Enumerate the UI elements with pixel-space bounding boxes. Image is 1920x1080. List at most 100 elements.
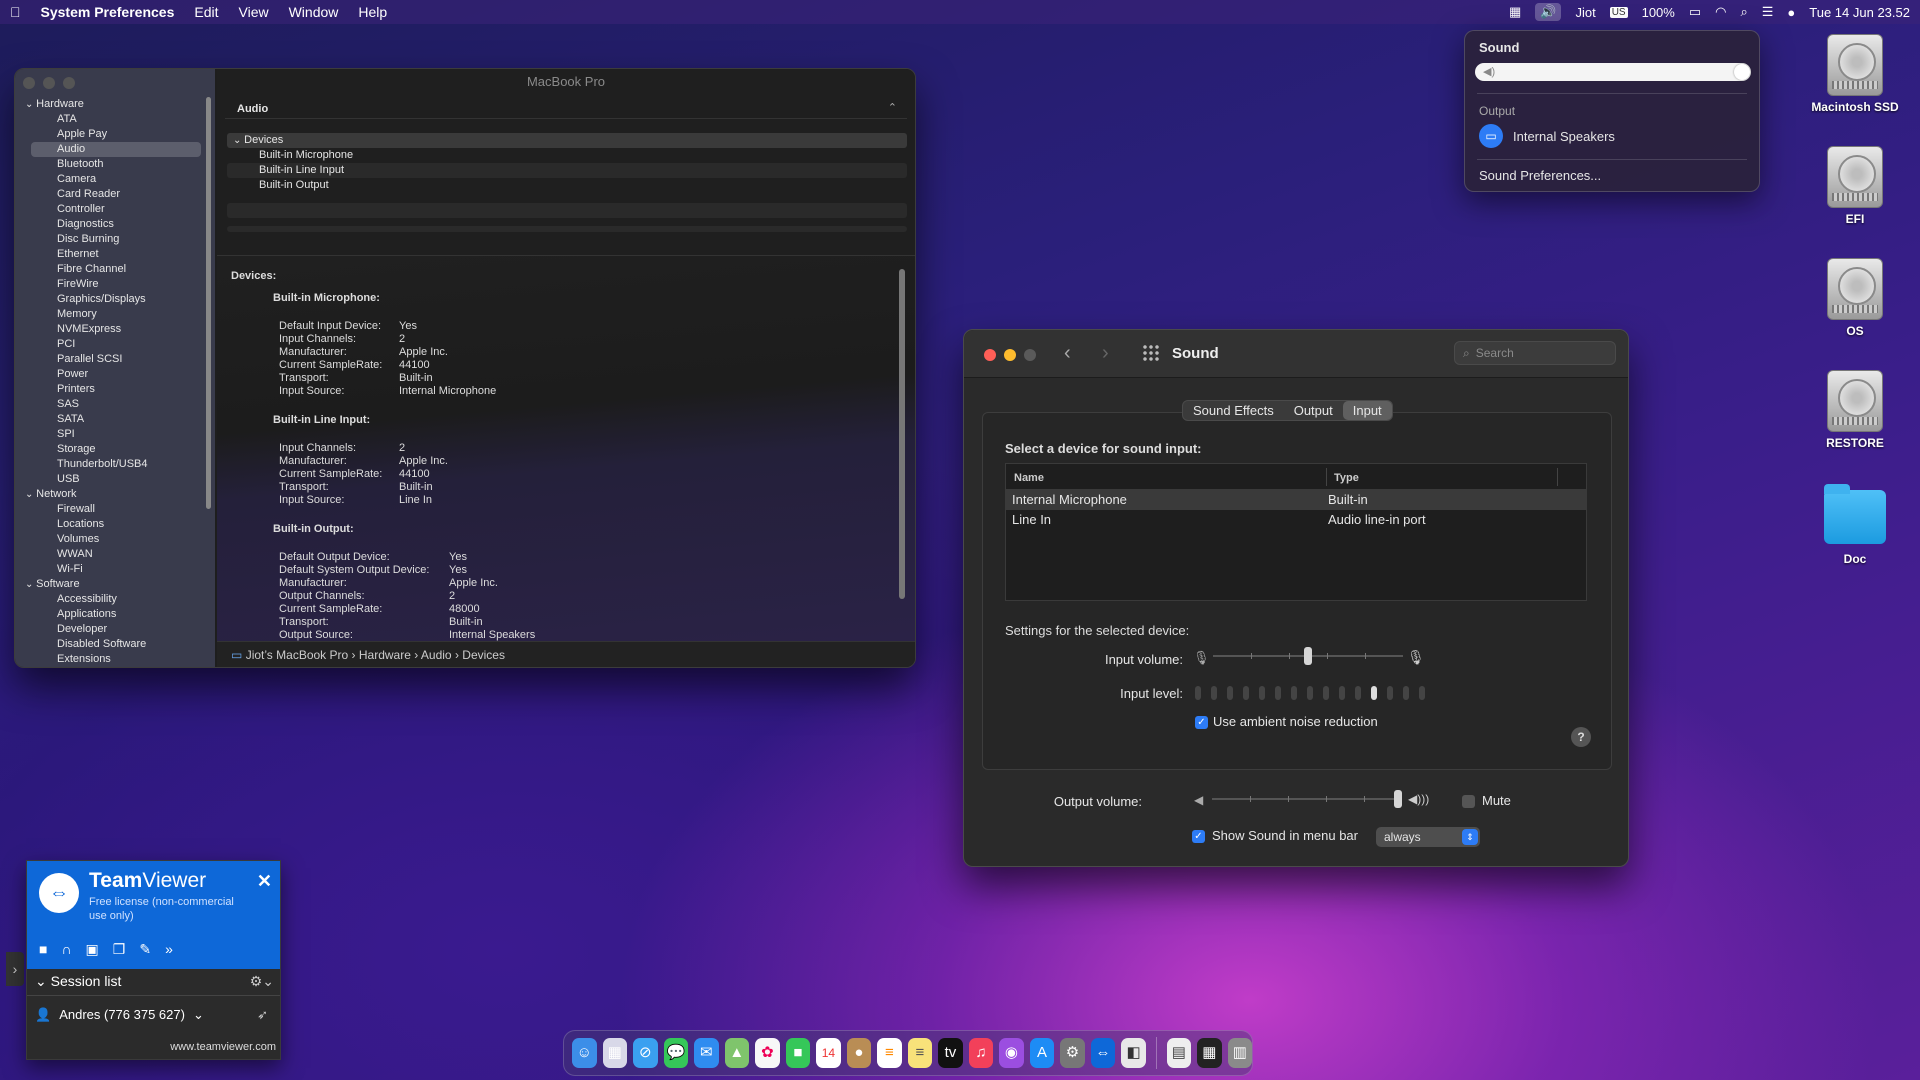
- chat-icon[interactable]: ▣: [86, 941, 99, 958]
- mute-label[interactable]: Mute: [1482, 793, 1511, 808]
- desktop-disk-os[interactable]: OS: [1800, 258, 1910, 338]
- spotlight-icon[interactable]: ⌕: [1740, 4, 1747, 20]
- input-source-icon[interactable]: US: [1609, 6, 1628, 18]
- teamviewer-url[interactable]: www.teamviewer.com: [170, 1041, 276, 1053]
- teamviewer-icon[interactable]: ⇔: [1090, 1038, 1116, 1068]
- sidebar-item[interactable]: Graphics/Displays: [21, 292, 201, 307]
- minimize-button[interactable]: [1004, 349, 1016, 361]
- menu-volume-knob[interactable]: [1734, 64, 1750, 80]
- table-row[interactable]: Line In Audio line-in port: [1006, 510, 1586, 530]
- volume-menu-icon[interactable]: 🔊: [1535, 3, 1562, 21]
- show-in-menu-bar-label[interactable]: Show Sound in menu bar: [1212, 828, 1358, 843]
- sidebar-item[interactable]: Printers: [21, 382, 201, 397]
- siri-icon[interactable]: ●: [1787, 5, 1795, 20]
- sidebar-item[interactable]: Parallel SCSI: [21, 352, 201, 367]
- noise-reduction-label[interactable]: Use ambient noise reduction: [1213, 714, 1378, 729]
- safari-icon[interactable]: ⊘: [633, 1038, 658, 1068]
- messages-icon[interactable]: 💬: [663, 1038, 689, 1068]
- sidebar-item[interactable]: Audio: [31, 142, 201, 157]
- minimize-button[interactable]: [43, 77, 55, 89]
- session-list-header[interactable]: ⌄ Session list: [35, 973, 121, 990]
- sidebar-item[interactable]: ATA: [21, 112, 201, 127]
- system-information-icon[interactable]: ◧: [1121, 1038, 1146, 1068]
- account-item[interactable]: 👤 Andres (776 375 627) ⌄: [35, 1007, 204, 1023]
- slider-knob[interactable]: [1394, 790, 1402, 808]
- menu-datetime[interactable]: Tue 14 Jun 23.52: [1809, 5, 1910, 20]
- sidebar-item[interactable]: Controller: [21, 202, 201, 217]
- document-icon[interactable]: ▤: [1166, 1038, 1192, 1068]
- sidebar-item[interactable]: SPI: [21, 427, 201, 442]
- launchpad-icon[interactable]: ▦: [602, 1038, 628, 1068]
- sidebar-item[interactable]: Bluetooth: [21, 157, 201, 172]
- sidebar-item[interactable]: Disc Burning: [21, 232, 201, 247]
- device-row[interactable]: Built-in Microphone: [227, 148, 907, 163]
- gear-icon[interactable]: ⚙⌄: [250, 973, 274, 990]
- sidebar-item[interactable]: Camera: [21, 172, 201, 187]
- sidebar-item[interactable]: USB: [21, 472, 201, 487]
- sidebar-item[interactable]: NVMExpress: [21, 322, 201, 337]
- devices-group-row[interactable]: Devices: [227, 133, 907, 148]
- wifi-icon[interactable]: ◠: [1715, 4, 1726, 20]
- search-field[interactable]: ⌕ Search: [1454, 341, 1616, 365]
- photos-icon[interactable]: ✿: [755, 1038, 780, 1068]
- section-header[interactable]: Audio ⌃: [225, 97, 907, 119]
- app-store-icon[interactable]: A: [1029, 1038, 1055, 1068]
- battery-percent[interactable]: 100%: [1642, 5, 1675, 20]
- control-center-icon[interactable]: ☰: [1762, 4, 1774, 20]
- sidebar-item[interactable]: Applications: [21, 607, 201, 622]
- sidebar-item[interactable]: FireWire: [21, 277, 201, 292]
- menu-edit[interactable]: Edit: [184, 4, 228, 20]
- facetime-icon[interactable]: ■: [785, 1038, 811, 1068]
- pointer-icon[interactable]: ➶: [257, 1007, 268, 1023]
- menu-app-name[interactable]: System Preferences: [31, 4, 185, 20]
- close-button[interactable]: [984, 349, 996, 361]
- sidebar-item[interactable]: SAS: [21, 397, 201, 412]
- path-item[interactable]: Audio: [421, 648, 452, 662]
- path-item[interactable]: Jiot’s MacBook Pro: [246, 648, 349, 662]
- teamviewer-expand-tab[interactable]: ›: [6, 952, 24, 986]
- podcasts-icon[interactable]: ◉: [999, 1038, 1024, 1068]
- mail-icon[interactable]: ✉: [694, 1038, 719, 1068]
- zoom-button[interactable]: [1024, 349, 1036, 361]
- video-call-icon[interactable]: ■: [39, 941, 47, 958]
- maps-icon[interactable]: ▲: [724, 1038, 750, 1068]
- reminders-icon[interactable]: ≡: [877, 1038, 902, 1068]
- forward-icon[interactable]: ›: [1102, 342, 1109, 365]
- back-icon[interactable]: ‹: [1064, 342, 1071, 365]
- sidebar-item[interactable]: Developer: [21, 622, 201, 637]
- sidebar-item[interactable]: Diagnostics: [21, 217, 201, 232]
- more-icon[interactable]: »: [165, 941, 173, 958]
- sidebar-item[interactable]: Thunderbolt/USB4: [21, 457, 201, 472]
- output-volume-slider[interactable]: [1212, 787, 1402, 811]
- tab-input[interactable]: Input: [1342, 401, 1392, 420]
- column-type[interactable]: Type: [1334, 472, 1359, 484]
- desktop-disk-restore[interactable]: RESTORE: [1800, 370, 1910, 450]
- trash-icon[interactable]: ▥: [1227, 1038, 1253, 1068]
- battery-icon[interactable]: ▭: [1689, 4, 1701, 20]
- sidebar-item[interactable]: Card Reader: [21, 187, 201, 202]
- sidebar-item[interactable]: Power: [21, 367, 201, 382]
- device-row[interactable]: Built-in Line Input: [227, 163, 907, 178]
- calendar-icon[interactable]: 14: [816, 1038, 841, 1068]
- sidebar-category[interactable]: Software: [21, 577, 201, 592]
- contacts-icon[interactable]: ●: [846, 1038, 872, 1068]
- output-device-internal-speakers[interactable]: ▭ Internal Speakers: [1479, 124, 1615, 148]
- close-icon[interactable]: ✕: [257, 871, 272, 892]
- system-preferences-icon[interactable]: ⚙: [1060, 1038, 1085, 1068]
- sidebar-item[interactable]: Fibre Channel: [21, 262, 201, 277]
- sidebar-scrollbar[interactable]: [206, 97, 211, 509]
- sidebar-item[interactable]: Extensions: [21, 652, 201, 667]
- apple-tv-icon[interactable]: tv: [938, 1038, 963, 1068]
- path-item[interactable]: Hardware: [359, 648, 411, 662]
- file-transfer-icon[interactable]: ❐: [113, 941, 126, 958]
- sidebar-item[interactable]: Volumes: [21, 532, 201, 547]
- notes-icon[interactable]: ≡: [907, 1038, 933, 1068]
- show-all-grid-icon[interactable]: [1142, 344, 1160, 362]
- details-scrollbar[interactable]: [899, 269, 905, 599]
- screenshot-stack-icon[interactable]: ▦: [1197, 1038, 1222, 1068]
- sidebar-category[interactable]: Network: [21, 487, 201, 502]
- sidebar-category[interactable]: Hardware: [21, 97, 201, 112]
- show-in-menu-bar-popup[interactable]: always ⇕: [1376, 827, 1480, 847]
- chevron-up-icon[interactable]: ⌃: [888, 101, 897, 114]
- tab-output[interactable]: Output: [1284, 401, 1343, 420]
